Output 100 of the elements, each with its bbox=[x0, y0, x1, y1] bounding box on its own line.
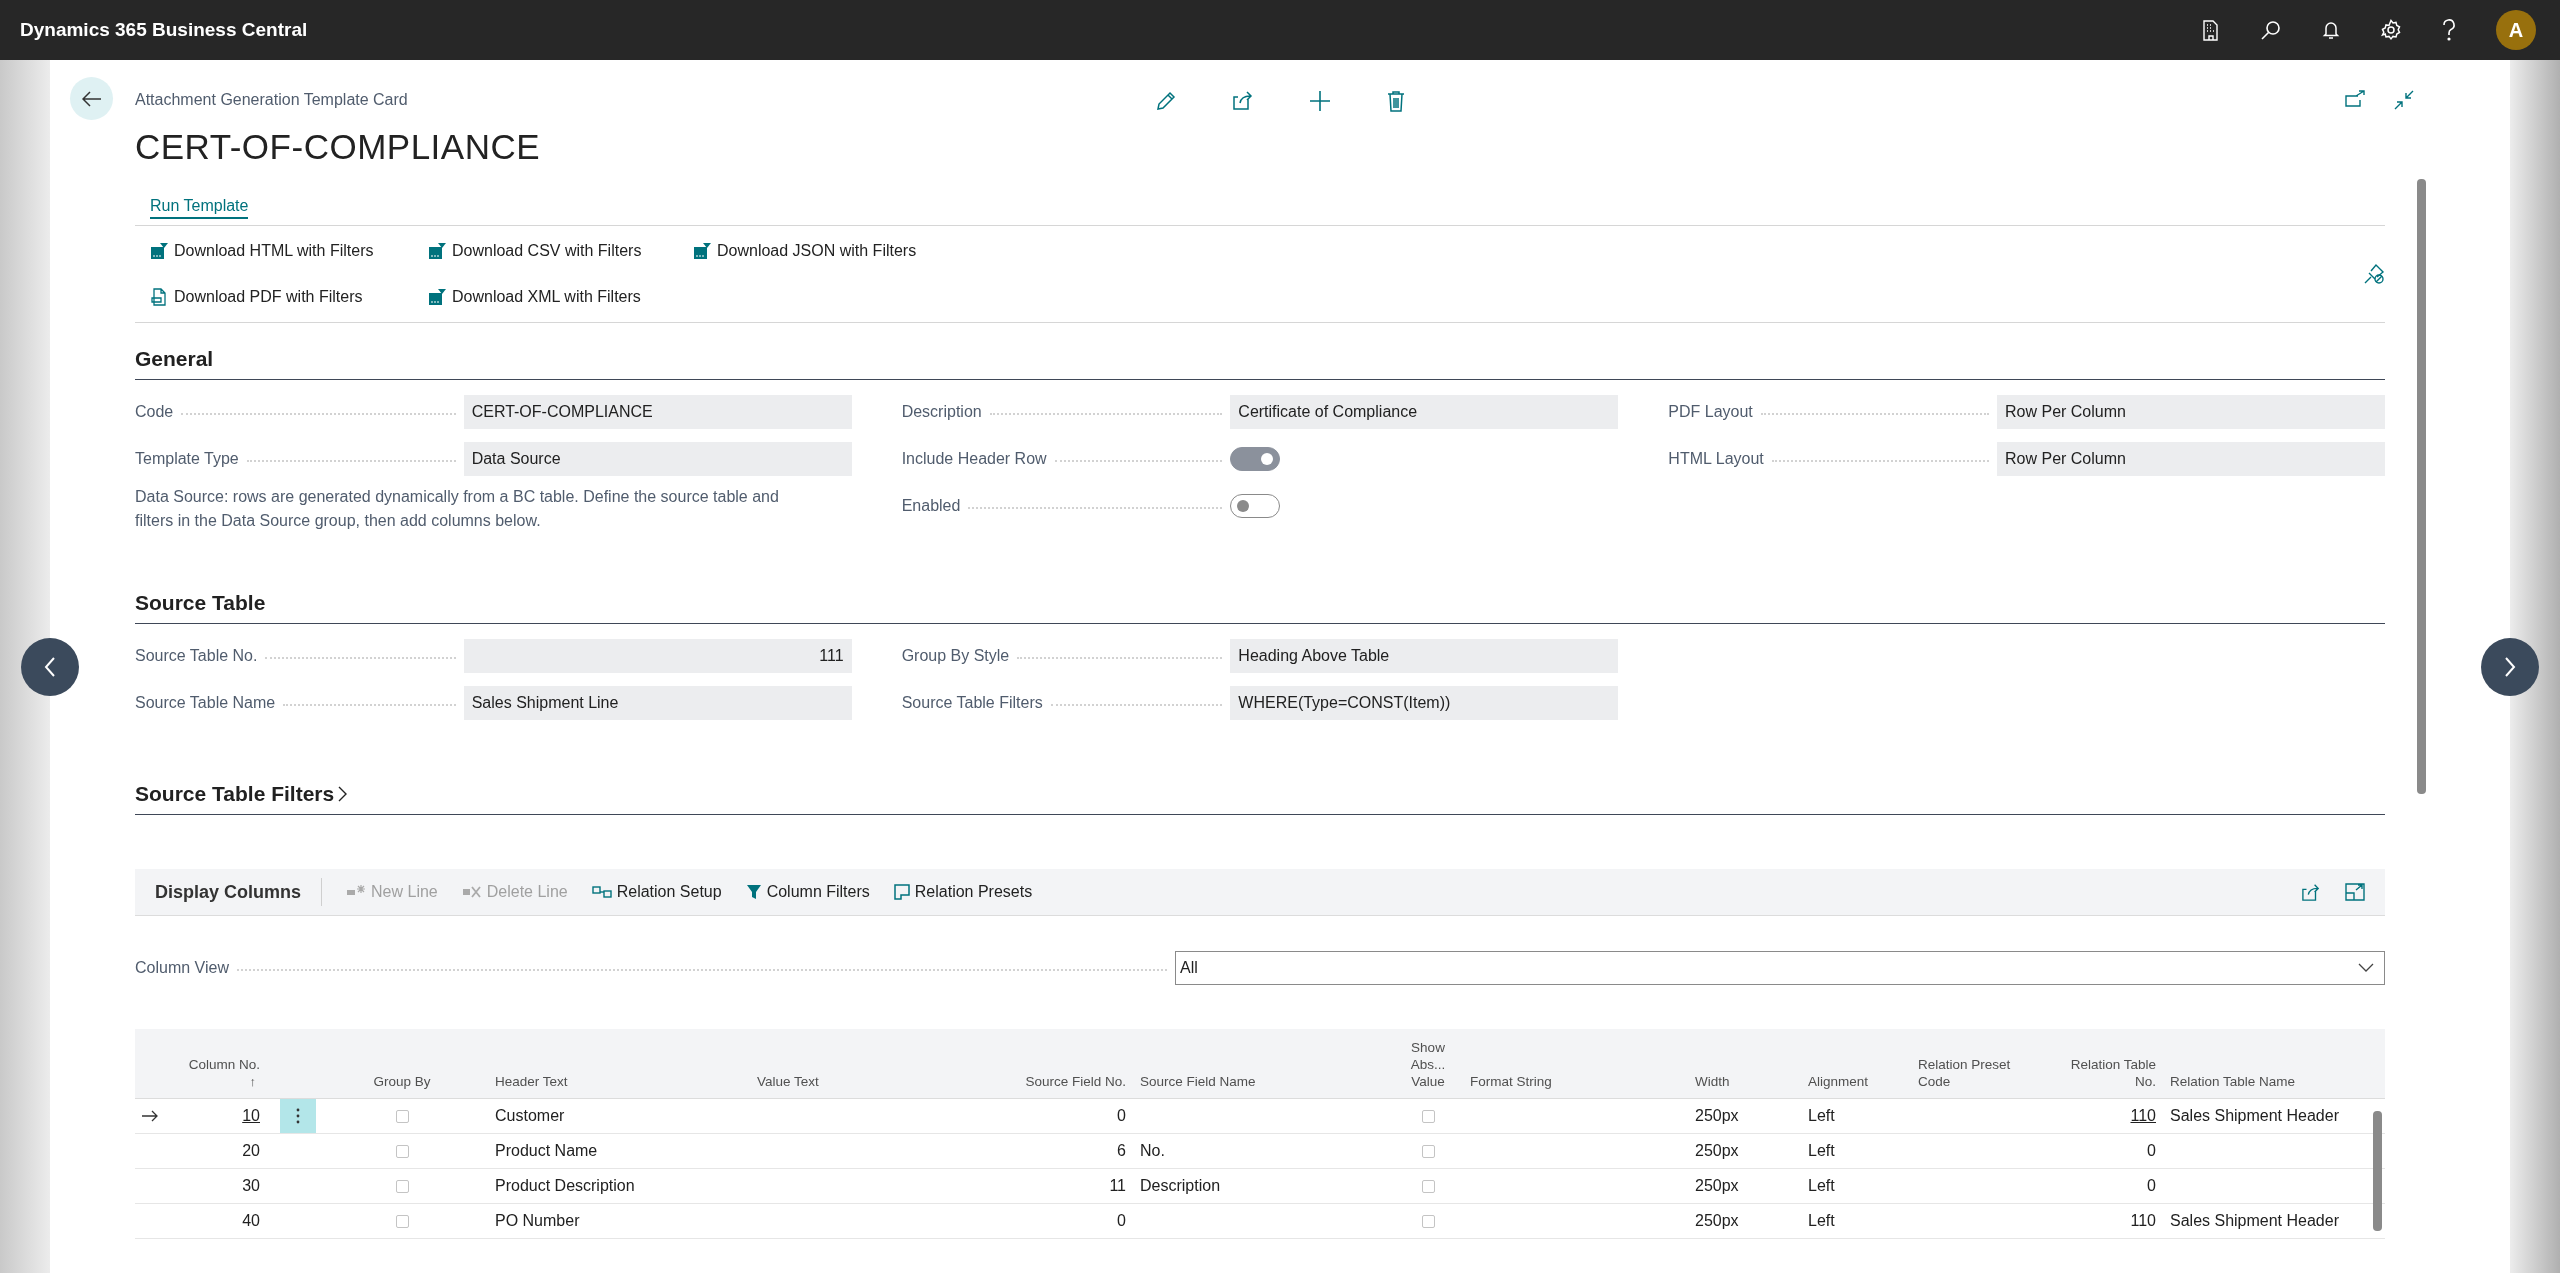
input-field[interactable]: Heading Above Table bbox=[1230, 639, 1619, 673]
checkbox[interactable] bbox=[395, 1109, 409, 1123]
download-action[interactable]: Download PDF with Filters bbox=[150, 288, 428, 306]
expand-icon[interactable] bbox=[2345, 883, 2365, 901]
current-row-arrow-icon bbox=[142, 1110, 158, 1122]
column-header[interactable]: Group By bbox=[316, 1029, 488, 1098]
input-field[interactable]: Data Source bbox=[463, 442, 852, 476]
download-action[interactable]: Download XML with Filters bbox=[428, 288, 693, 306]
settings-icon[interactable] bbox=[2380, 19, 2402, 41]
checkbox[interactable] bbox=[395, 1214, 409, 1228]
report-icon bbox=[428, 242, 446, 260]
more-options-icon bbox=[296, 1108, 300, 1124]
input-field[interactable]: WHERE(Type=CONST(Item)) bbox=[1230, 686, 1619, 720]
collapse-icon[interactable] bbox=[2394, 90, 2414, 110]
previous-record-button[interactable] bbox=[21, 638, 79, 696]
field-label: Template Type bbox=[135, 450, 239, 468]
table-cell: 40 bbox=[242, 1212, 260, 1230]
table-cell: Product Name bbox=[495, 1142, 598, 1160]
table-cell: Customer bbox=[495, 1107, 565, 1125]
column-header[interactable]: Source Field Name bbox=[1133, 1029, 1393, 1098]
checkbox[interactable] bbox=[1421, 1144, 1435, 1158]
section-heading: Source Table bbox=[135, 591, 2385, 624]
table-row[interactable]: 10 Customer 0 250px Left 110 Sales Shipment Header bbox=[135, 1099, 2385, 1134]
open-in-new-window-icon[interactable] bbox=[2344, 90, 2366, 108]
column-header[interactable]: Width bbox=[1688, 1029, 1801, 1098]
scrollbar[interactable] bbox=[2373, 1111, 2382, 1231]
unpin-icon[interactable] bbox=[2363, 263, 2385, 285]
column-header[interactable]: Relation Table Name bbox=[2163, 1029, 2368, 1098]
column-header[interactable]: Relation Preset Code bbox=[1911, 1029, 2053, 1098]
column-header[interactable]: Show Abs... Value bbox=[1393, 1029, 1463, 1098]
toolbar-action[interactable]: Relation Presets bbox=[893, 883, 1033, 901]
field-label: Group By Style bbox=[901, 647, 1010, 665]
user-avatar[interactable]: A bbox=[2496, 10, 2536, 50]
field-label: Include Header Row bbox=[901, 450, 1047, 468]
help-note: Data Source: rows are generated dynamically from a BC table. Define the source table and filters in the Data Source group, then add columns below. bbox=[135, 487, 780, 531]
toggle-switch[interactable] bbox=[1230, 447, 1281, 471]
checkbox[interactable] bbox=[395, 1179, 409, 1193]
column-header[interactable]: Source Field No. bbox=[993, 1029, 1133, 1098]
chevron-icon bbox=[337, 786, 348, 802]
next-record-button[interactable] bbox=[2481, 638, 2539, 696]
help-icon[interactable] bbox=[2441, 18, 2457, 42]
column-header[interactable]: Header Text bbox=[488, 1029, 750, 1098]
toggle-switch[interactable] bbox=[1230, 494, 1281, 518]
edit-icon[interactable] bbox=[1155, 90, 1177, 112]
table-cell: No. bbox=[1140, 1142, 1165, 1160]
input-field[interactable]: Row Per Column bbox=[1997, 442, 2385, 476]
scrollbar[interactable] bbox=[2417, 179, 2426, 794]
delete-icon[interactable] bbox=[1386, 90, 1406, 112]
table-cell: Left bbox=[1808, 1142, 1835, 1160]
toolbar-action[interactable]: Relation Setup bbox=[591, 883, 722, 901]
input-field[interactable]: 111 bbox=[463, 639, 852, 673]
window-icon bbox=[893, 884, 910, 900]
column-header[interactable]: Value Text bbox=[750, 1029, 993, 1098]
share-icon[interactable] bbox=[2301, 883, 2321, 901]
column-header[interactable]: Alignment bbox=[1801, 1029, 1911, 1098]
input-field[interactable]: Sales Shipment Line bbox=[463, 686, 852, 720]
table-cell: 6 bbox=[1117, 1142, 1126, 1160]
field-label: Source Table Name bbox=[135, 694, 276, 712]
table-cell[interactable]: 10 bbox=[242, 1107, 260, 1125]
search-icon[interactable] bbox=[2260, 19, 2282, 41]
part-title: Display Columns bbox=[155, 881, 302, 903]
field-label: Column View bbox=[135, 959, 229, 977]
table-cell: PO Number bbox=[495, 1212, 580, 1230]
report-icon bbox=[150, 242, 168, 260]
table-cell: 0 bbox=[2147, 1177, 2156, 1195]
section-heading[interactable]: Source Table Filters bbox=[135, 782, 2385, 815]
table-cell: 250px bbox=[1695, 1212, 1739, 1230]
report-icon bbox=[693, 242, 711, 260]
download-action[interactable]: Download CSV with Filters bbox=[428, 242, 693, 260]
toolbar-action[interactable]: Column Filters bbox=[745, 883, 870, 901]
column-header[interactable]: Relation Table No. bbox=[2053, 1029, 2163, 1098]
plus-icon[interactable] bbox=[1309, 90, 1331, 112]
view-dropdown[interactable]: All bbox=[1175, 951, 2385, 985]
checkbox[interactable] bbox=[1421, 1214, 1435, 1228]
input-field[interactable]: Certificate of Compliance bbox=[1230, 395, 1619, 429]
checkbox[interactable] bbox=[1421, 1109, 1435, 1123]
back-button[interactable] bbox=[70, 77, 113, 120]
building-icon[interactable] bbox=[2201, 19, 2221, 41]
table-cell: Sales Shipment Header bbox=[2170, 1107, 2339, 1125]
table-cell: 250px bbox=[1695, 1177, 1739, 1195]
table-cell[interactable]: 110 bbox=[2130, 1107, 2156, 1125]
table-cell: Left bbox=[1808, 1212, 1835, 1230]
download-action[interactable]: Download JSON with Filters bbox=[693, 242, 2363, 260]
action-tab[interactable]: Run Template bbox=[150, 197, 249, 219]
download-action[interactable]: Download HTML with Filters bbox=[150, 242, 428, 260]
product-name[interactable]: Dynamics 365 Business Central bbox=[20, 19, 308, 41]
input-field[interactable]: Row Per Column bbox=[1997, 395, 2385, 429]
chevron-down-icon bbox=[2358, 963, 2374, 973]
page-caption: Attachment Generation Template Card bbox=[135, 91, 409, 109]
field-label: Source Table Filters bbox=[901, 694, 1043, 712]
field-label: Description bbox=[901, 403, 982, 421]
table-cell: Sales Shipment Header bbox=[2170, 1212, 2339, 1230]
table-cell: Left bbox=[1808, 1177, 1835, 1195]
input-field[interactable]: CERT-OF-COMPLIANCE bbox=[463, 395, 852, 429]
bell-icon[interactable] bbox=[2321, 19, 2341, 41]
checkbox[interactable] bbox=[1421, 1179, 1435, 1193]
column-header[interactable]: Column No. ↑ bbox=[165, 1029, 280, 1098]
checkbox[interactable] bbox=[395, 1144, 409, 1158]
column-header[interactable]: Format String bbox=[1463, 1029, 1688, 1098]
share-icon[interactable] bbox=[1232, 90, 1254, 112]
